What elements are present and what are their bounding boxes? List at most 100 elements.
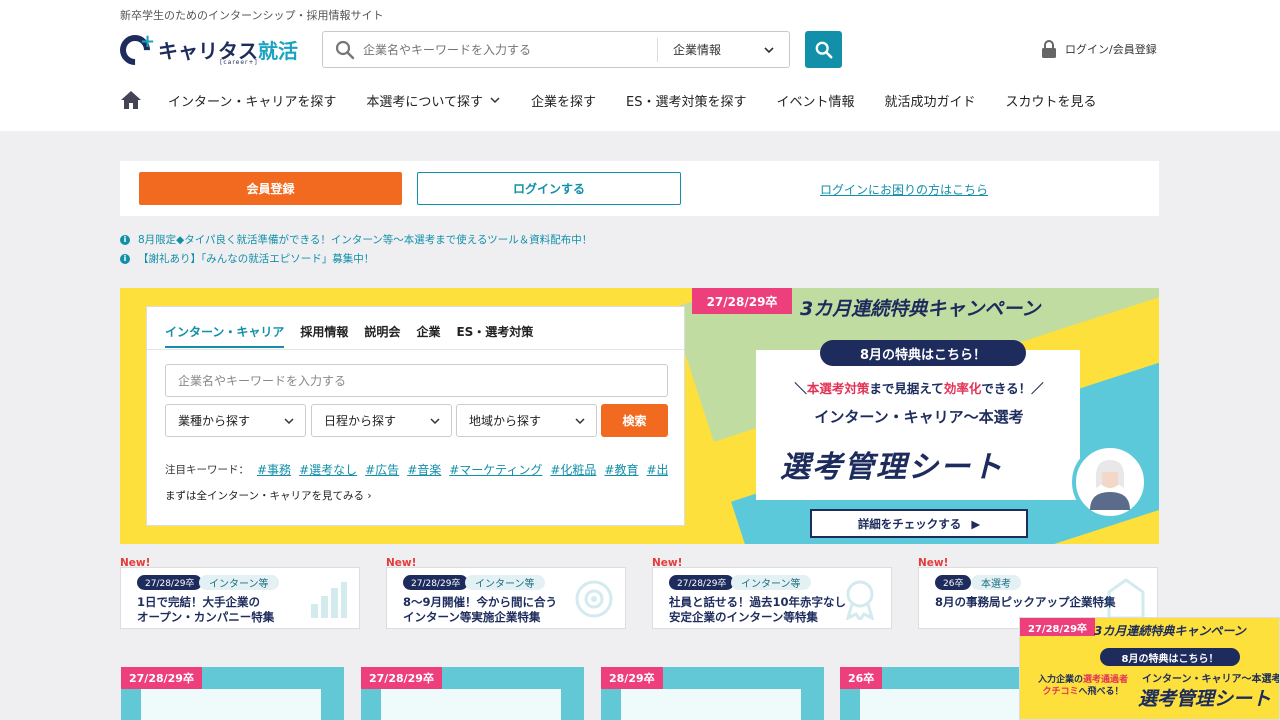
notice-item[interactable]: i 8月限定◆タイパ良く就活準備ができる！インターン等～本選考まで使えるツール＆… bbox=[120, 232, 592, 247]
notice-text: 【謝礼あり】「みんなの就活エピソード」募集中！ bbox=[138, 253, 375, 265]
nav-main-selection-label: 本選考について探す bbox=[366, 94, 483, 110]
nav-scout[interactable]: スカウトを見る bbox=[1006, 91, 1097, 110]
chevron-down-icon bbox=[284, 417, 294, 424]
login-button[interactable]: ログインする bbox=[417, 172, 681, 205]
chevron-down-icon[interactable] bbox=[763, 44, 775, 56]
chevron-down-icon bbox=[430, 417, 440, 424]
campaign-detail-button[interactable]: 詳細をチェックする ▶ bbox=[810, 509, 1028, 538]
search-input[interactable] bbox=[363, 32, 653, 67]
floating-subtitle: インターン・キャリア～本選考 bbox=[1142, 674, 1280, 685]
keyword-tag[interactable]: #教育 bbox=[604, 461, 638, 478]
nav-guide[interactable]: 就活成功ガイド bbox=[884, 91, 975, 110]
year-badge: 27/28/29卒 bbox=[669, 575, 735, 590]
card-title-line: 安定企業のインターン等特集 bbox=[669, 610, 818, 624]
login-help-link[interactable]: ログインにお困りの方はこちら bbox=[820, 181, 988, 198]
year-badge: 27/28/29卒 bbox=[403, 575, 469, 590]
nav-internship[interactable]: インターン・キャリアを探す bbox=[168, 91, 336, 110]
person-icon bbox=[1090, 460, 1130, 510]
member-bar: 会員登録 ログインする ログインにお困りの方はこちら bbox=[120, 161, 1159, 216]
search-button[interactable] bbox=[805, 31, 842, 68]
article-card[interactable]: 28/29卒 bbox=[601, 667, 824, 720]
year-badge: 26卒 bbox=[935, 575, 972, 590]
keyword-tag[interactable]: #音楽 bbox=[407, 461, 441, 478]
nav-events[interactable]: イベント情報 bbox=[776, 91, 854, 110]
card-title: 1日で完結！大手企業の オープン・カンパニー特集 bbox=[137, 595, 274, 625]
header-search: 企業情報 bbox=[322, 31, 790, 68]
chevron-down-icon bbox=[575, 417, 585, 424]
nav-main-selection[interactable]: 本選考について探す bbox=[366, 91, 501, 110]
campaign-line1: ＼本選考対策まで見据えて効率化できる！／ bbox=[794, 381, 1044, 396]
year-badge: 28/29卒 bbox=[601, 667, 663, 689]
register-button[interactable]: 会員登録 bbox=[139, 172, 402, 205]
floating-highlight: クチコミ bbox=[1042, 687, 1079, 697]
floating-left-text: 入力企業の選考通過者 クチコミへ飛べる！ bbox=[1028, 674, 1138, 698]
tab-internship[interactable]: インターン・キャリア bbox=[165, 323, 285, 348]
login-register-link[interactable]: ログイン/会員登録 bbox=[1041, 40, 1157, 58]
home-icon[interactable] bbox=[120, 90, 142, 110]
type-badge: 本選考 bbox=[971, 575, 1021, 590]
keyword-tag[interactable]: #出版 bbox=[646, 461, 668, 478]
feature-card[interactable]: 27/28/29卒 インターン等 8～9月開催！今から間に合う インターン等実施企… bbox=[386, 567, 626, 629]
feature-card[interactable]: 27/28/29卒 インターン等 社員と話せる！過去10年赤字なし 安定企業のイン… bbox=[652, 567, 892, 629]
keyword-tag[interactable]: #広告 bbox=[365, 461, 399, 478]
keyword-tag[interactable]: #マーケティング bbox=[449, 461, 542, 478]
floating-pill: 8月の特典はこちら！ bbox=[1100, 648, 1240, 666]
card-title: 8月の事務局ピックアップ企業特集 bbox=[935, 595, 1116, 610]
notice-item[interactable]: i 【謝礼あり】「みんなの就活エピソード」募集中！ bbox=[120, 251, 374, 266]
search-tabs: インターン・キャリア 採用情報 説明会 企業 ES・選考対策 bbox=[165, 323, 533, 348]
card-title: 社員と話せる！過去10年赤字なし 安定企業のインターン等特集 bbox=[669, 595, 846, 625]
search-icon bbox=[815, 41, 832, 58]
search-icon bbox=[335, 40, 355, 60]
info-icon: i bbox=[120, 234, 130, 245]
tab-recruitment[interactable]: 採用情報 bbox=[300, 323, 348, 348]
floating-title: 3カ月連続特典キャンペーン bbox=[1094, 624, 1246, 638]
keyword-tag[interactable]: #事務 bbox=[257, 461, 291, 478]
notice-text: 8月限定◆タイパ良く就活準備ができる！インターン等～本選考まで使えるツール＆資料… bbox=[138, 234, 593, 246]
campaign-year-badge: 27/28/29卒 bbox=[692, 288, 792, 314]
campaign-headline: 選考管理シート bbox=[780, 450, 1004, 485]
schedule-select[interactable]: 日程から探す bbox=[311, 404, 452, 437]
campaign-highlight: 本選考対策 bbox=[806, 381, 870, 396]
logo-sub: [career+] bbox=[220, 59, 258, 66]
card-title-line: オープン・カンパニー特集 bbox=[137, 610, 275, 624]
tab-es[interactable]: ES・選考対策 bbox=[456, 323, 533, 348]
building-icon bbox=[1107, 578, 1145, 620]
card-thumbnail bbox=[860, 689, 1040, 720]
view-all-label: まずは全インターン・キャリアを見てみる bbox=[165, 490, 364, 502]
tab-briefing[interactable]: 説明会 bbox=[364, 323, 400, 348]
keyword-label: 注目キーワード： bbox=[165, 463, 249, 476]
feature-card[interactable]: 27/28/29卒 インターン等 1日で完結！大手企業の オープン・カンパニー特集 bbox=[120, 567, 360, 629]
nav-companies[interactable]: 企業を探す bbox=[531, 91, 596, 110]
card-title-line: インターン等実施企業特集 bbox=[403, 610, 541, 624]
lock-icon bbox=[1042, 40, 1056, 58]
site-tagline: 新卒学生のためのインターンシップ・採用情報サイト bbox=[120, 9, 384, 22]
panel-search-input[interactable]: 企業名やキーワードを入力する bbox=[165, 364, 668, 397]
info-icon: i bbox=[120, 253, 130, 264]
type-badge: インターン等 bbox=[199, 575, 279, 590]
floating-campaign-banner[interactable]: 27/28/29卒 3カ月連続特典キャンペーン 8月の特典はこちら！ 入力企業の… bbox=[1019, 617, 1280, 720]
avatar-illustration bbox=[1072, 444, 1148, 520]
keyword-tag[interactable]: #化粧品 bbox=[550, 461, 596, 478]
panel-search-button[interactable]: 検索 bbox=[601, 404, 668, 437]
search-category-select[interactable]: 企業情報 bbox=[673, 41, 721, 58]
card-title-line: 社員と話せる！過去10年赤字なし bbox=[669, 595, 847, 609]
site-logo[interactable]: + キャリタス就活 [career+] bbox=[113, 28, 305, 72]
article-card[interactable]: 27/28/29卒 bbox=[121, 667, 344, 720]
region-select[interactable]: 地域から探す bbox=[456, 404, 597, 437]
keyword-tag[interactable]: #選考なし bbox=[299, 461, 357, 478]
campaign-line1-end: できる！ bbox=[981, 381, 1032, 396]
article-card[interactable]: 27/28/29卒 bbox=[361, 667, 584, 720]
login-register-label: ログイン/会員登録 bbox=[1065, 43, 1157, 56]
type-badge: インターン等 bbox=[731, 575, 811, 590]
campaign-line1-mid: まで見据えて bbox=[869, 381, 944, 396]
industry-select[interactable]: 業種から探す bbox=[165, 404, 306, 437]
floating-headline: 選考管理シート bbox=[1138, 688, 1272, 710]
tab-company[interactable]: 企業 bbox=[416, 323, 440, 348]
target-icon bbox=[575, 580, 613, 618]
campaign-month-pill: 8月の特典はこちら！ bbox=[820, 340, 1026, 366]
main-nav: インターン・キャリアを探す 本選考について探す 企業を探す ES・選考対策を探す… bbox=[120, 90, 1127, 110]
card-title-line: 8月の事務局ピックアップ企業特集 bbox=[935, 595, 1116, 609]
campaign-title: 3カ月連続特典キャンペーン bbox=[800, 298, 1041, 320]
nav-es-prep[interactable]: ES・選考対策を探す bbox=[626, 91, 746, 110]
view-all-link[interactable]: まずは全インターン・キャリアを見てみる › bbox=[165, 488, 372, 503]
